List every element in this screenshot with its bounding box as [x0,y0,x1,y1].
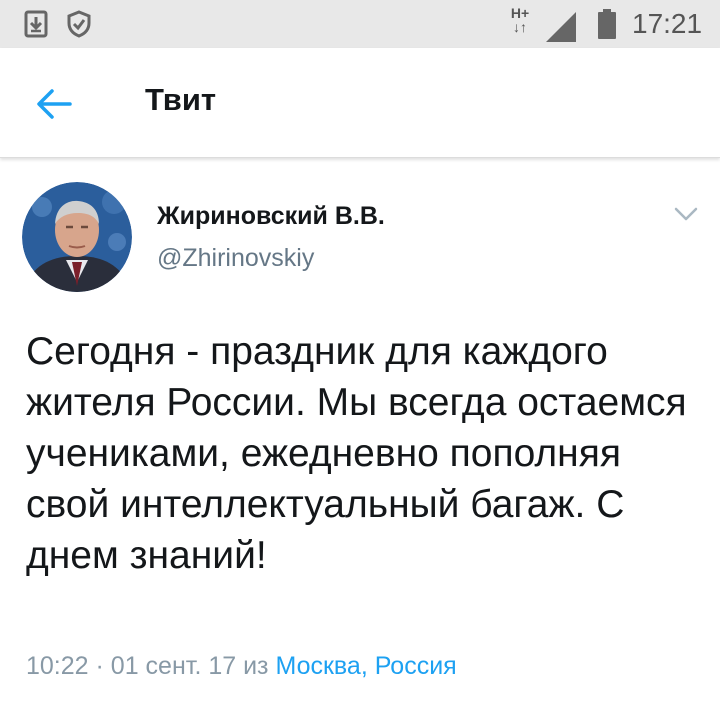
author-name[interactable]: Жириновский В.В. [157,202,385,231]
battery-icon [598,9,616,39]
tweet-date[interactable]: 01 сент. 17 [111,652,236,680]
signal-icon [546,12,576,42]
from-label: из [243,652,269,680]
status-bar: H+ ↓↑ 17:21 [0,0,720,48]
network-type-label: H+ [510,5,530,21]
status-time: 17:21 [632,8,703,39]
avatar[interactable] [22,182,132,292]
chevron-down-icon[interactable] [673,204,699,224]
arrow-left-icon[interactable] [30,80,78,128]
meta-separator: · [95,652,104,680]
tweet-text: Сегодня - праздник для каждого жителя Ро… [26,330,687,577]
shield-check-icon [67,10,91,38]
app-header: Твит [0,48,720,158]
tweet-time[interactable]: 10:22 [26,652,89,680]
download-icon [24,10,48,38]
page-title: Твит [145,82,217,117]
network-arrows-icon: H+ ↓↑ [506,6,534,42]
tweet-location-link[interactable]: Москва, Россия [275,652,456,680]
author-handle[interactable]: @Zhirinovskiy [157,244,314,273]
tweet-meta: 10:22 · 01 сент. 17 из Москва, Россия [26,652,457,681]
